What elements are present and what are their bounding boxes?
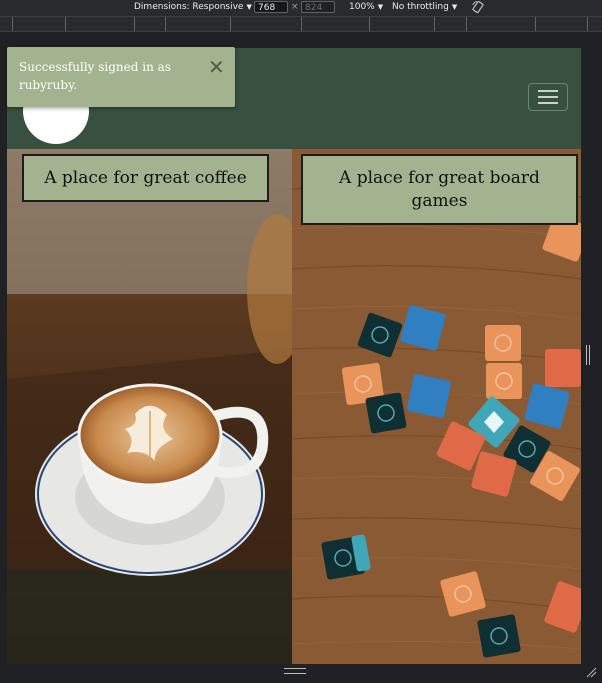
right-resize-handle[interactable]: [586, 345, 590, 365]
rotate-icon[interactable]: [471, 0, 485, 14]
zoom-dropdown[interactable]: 100% ▼: [349, 2, 383, 12]
throttling-label: No throttling: [392, 2, 449, 12]
success-toast: Successfully signed in as rubyruby. ✕: [7, 47, 235, 107]
throttling-dropdown[interactable]: No throttling ▼: [392, 2, 457, 12]
width-input[interactable]: 768: [254, 1, 288, 13]
coffee-caption: A place for great coffee: [22, 154, 269, 202]
toast-message: Successfully signed in as rubyruby.: [19, 60, 171, 92]
zoom-label: 100%: [349, 2, 375, 12]
chevron-down-icon: ▼: [451, 3, 458, 11]
page-viewport: A place for great coffee A place for gre…: [7, 48, 581, 664]
height-input[interactable]: 824: [301, 1, 335, 13]
coffee-panel: A place for great coffee: [7, 149, 292, 664]
dimensions-dropdown[interactable]: Dimensions: Responsive ▼: [134, 2, 252, 12]
media-query-ruler: [0, 16, 602, 32]
corner-resize-icon[interactable]: [585, 666, 597, 678]
devtools-device-toolbar: Dimensions: Responsive ▼ 768 × 824 100% …: [0, 0, 602, 16]
board-games-caption: A place for great board games: [301, 154, 578, 225]
board-games-panel: A place for great board games: [292, 149, 581, 664]
chevron-down-icon: ▼: [246, 3, 252, 11]
dimension-separator: ×: [291, 2, 299, 12]
bottom-resize-handle[interactable]: [284, 668, 306, 674]
hamburger-icon[interactable]: [528, 83, 568, 111]
chevron-down-icon: ▼: [377, 3, 384, 11]
dimensions-label: Dimensions: Responsive: [134, 2, 244, 12]
close-icon[interactable]: ✕: [208, 57, 225, 77]
board-game-tiles-photo: [292, 149, 581, 664]
coffee-latte-photo: [7, 149, 292, 664]
